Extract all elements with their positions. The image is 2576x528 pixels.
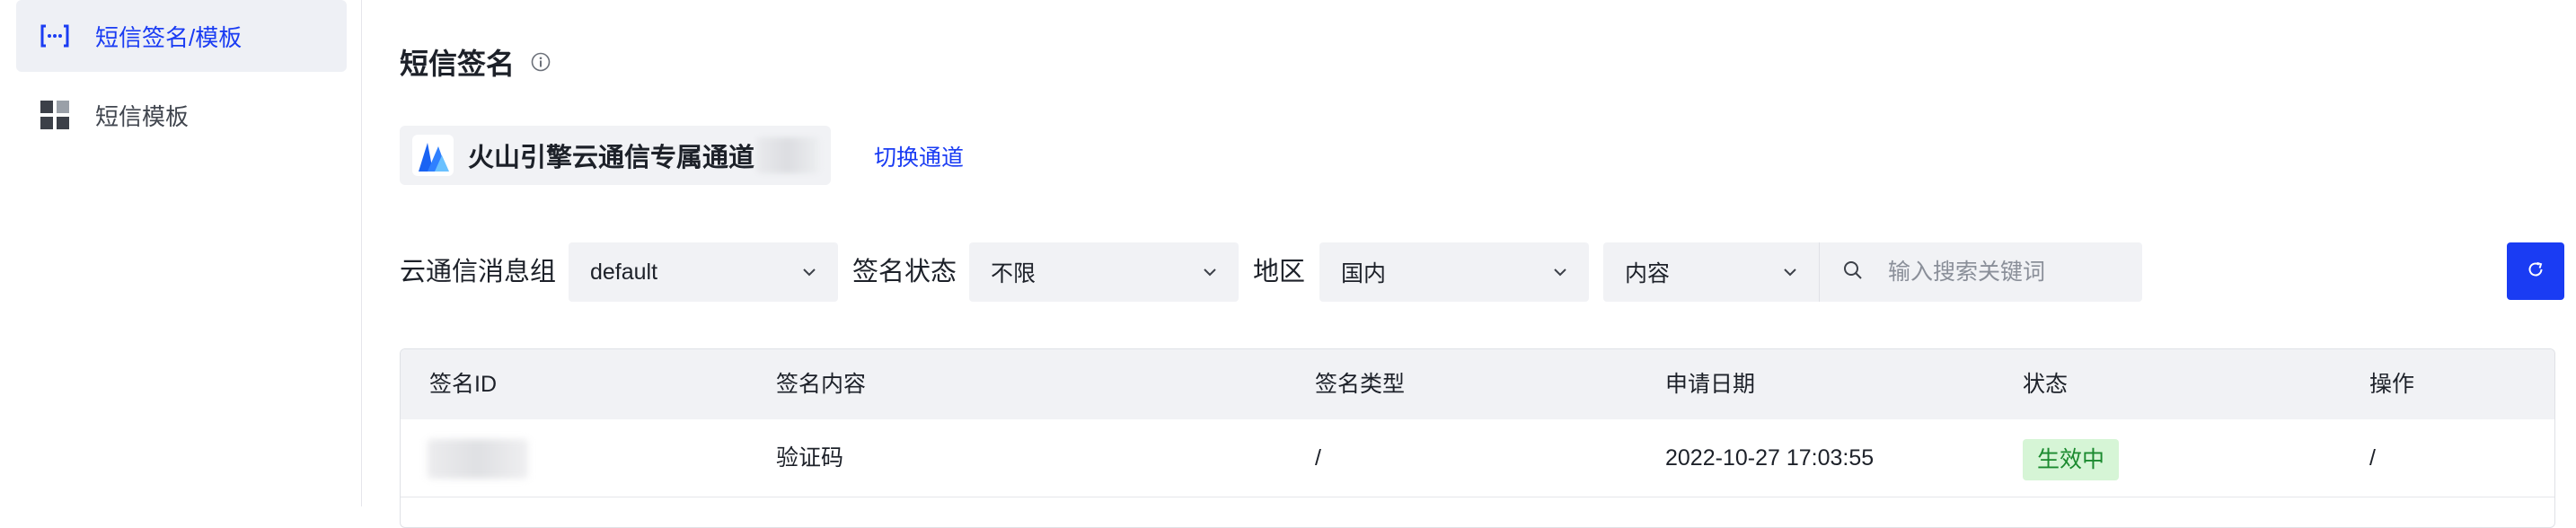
channel-card: 火山引擎云通信专属通道 [400,126,831,185]
signature-content: 验证码 [776,445,844,471]
filter-bar: 云通信消息组 default 签名状态 不限 地区 国内 内容 [400,242,2564,302]
region-label: 地区 [1253,258,1306,286]
volcengine-logo-icon [412,135,454,176]
search-input[interactable] [1886,258,2114,286]
region-select[interactable]: 国内 [1319,242,1589,302]
sidebar-item-sms-template[interactable]: 短信模板 [16,79,347,151]
brackets-icon [40,21,70,51]
chevron-down-icon [1201,263,1219,281]
signature-table: 签名ID 签名内容 签名类型 申请日期 状态 操作 验证码 / 2022-10-… [400,348,2555,528]
sidebar-item-label: 短信签名/模板 [95,23,243,51]
signature-status-select[interactable]: 不限 [969,242,1239,302]
sidebar-item-signature-template[interactable]: 短信签名/模板 [16,0,347,72]
page-title: 短信签名 [400,48,516,80]
message-group-select[interactable]: default [569,242,838,302]
column-header: 签名ID [429,372,498,397]
title-row: 短信签名 [400,41,551,83]
signature-status-value: 不限 [991,261,1037,286]
signature-id-redacted [428,439,528,479]
search-field-select[interactable]: 内容 [1603,242,1819,302]
status-badge: 生效中 [2023,439,2120,480]
signature-type: / [1315,445,1321,471]
sidebar: 短信签名/模板 短信模板 [0,0,362,506]
message-group-label: 云通信消息组 [400,258,557,286]
search-icon [1843,260,1863,285]
search-box [1819,242,2142,302]
sidebar-item-label: 短信模板 [95,102,190,130]
switch-channel-link[interactable]: 切换通道 [874,140,964,172]
search-field-value: 内容 [1625,261,1671,286]
refresh-icon [2526,260,2545,284]
channel-name: 火山引擎云通信专属通道 [468,144,755,172]
chevron-down-icon [1551,263,1569,281]
chevron-down-icon [1781,263,1799,281]
column-header: 签名类型 [1315,372,1406,397]
chevron-down-icon [800,263,818,281]
table-header: 签名ID 签名内容 签名类型 申请日期 状态 操作 [401,349,2554,420]
message-group-value: default [590,259,658,285]
region-value: 国内 [1341,261,1387,286]
refresh-button[interactable] [2507,242,2564,300]
column-header: 操作 [2369,372,2415,397]
apply-date: 2022-10-27 17:03:55 [1665,445,1875,471]
column-header: 申请日期 [1665,372,1756,397]
column-header: 签名内容 [776,372,867,397]
signature-status-label: 签名状态 [852,258,957,286]
channel-name-redacted [756,137,820,173]
grid-icon [40,100,70,130]
table-row: 验证码 / 2022-10-27 17:03:55 生效中 / [401,419,2554,497]
info-icon[interactable] [531,52,551,72]
row-action: / [2369,445,2376,471]
main-content: 短信签名 火山引擎云通信专属通道 切换通道 云通信消息组 default 签名状… [362,0,2576,528]
column-header: 状态 [2023,372,2069,397]
